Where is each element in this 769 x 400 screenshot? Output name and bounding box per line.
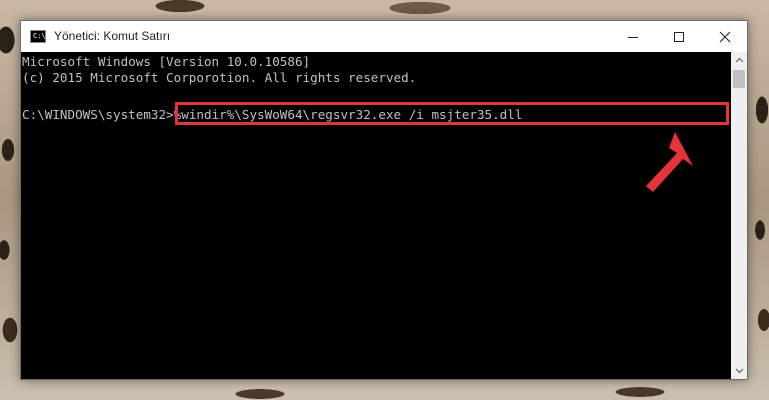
chevron-up-icon	[735, 57, 743, 63]
close-button[interactable]	[702, 21, 748, 52]
scroll-down-button[interactable]	[731, 363, 747, 379]
minimize-icon	[628, 36, 638, 38]
minimize-button[interactable]	[610, 21, 656, 52]
red-arrow-icon	[646, 132, 693, 192]
console-line-version: Microsoft Windows [Version 10.0.10586]	[22, 54, 311, 69]
cmd-icon-glyph: C:\	[33, 32, 46, 40]
maximize-icon	[674, 31, 684, 42]
scroll-thumb[interactable]	[733, 70, 745, 88]
command-prompt-window: C:\ Yönetici: Komut Satırı Microsoft Win…	[20, 20, 748, 380]
maximize-button[interactable]	[656, 21, 702, 52]
command-highlight-box	[175, 102, 729, 125]
cmd-icon[interactable]: C:\	[30, 30, 46, 43]
close-icon	[719, 31, 731, 42]
console-line-copyright: (c) 2015 Microsoft Corporotion. All righ…	[22, 70, 417, 85]
chevron-down-icon	[735, 368, 743, 374]
title-bar[interactable]: C:\ Yönetici: Komut Satırı	[21, 21, 747, 52]
vertical-scrollbar[interactable]	[731, 52, 747, 379]
window-title: Yönetici: Komut Satırı	[54, 29, 171, 43]
console-area[interactable]: Microsoft Windows [Version 10.0.10586] (…	[21, 52, 731, 379]
scroll-up-button[interactable]	[731, 52, 747, 68]
console-prompt: C:\WINDOWS\system32>	[22, 107, 174, 122]
